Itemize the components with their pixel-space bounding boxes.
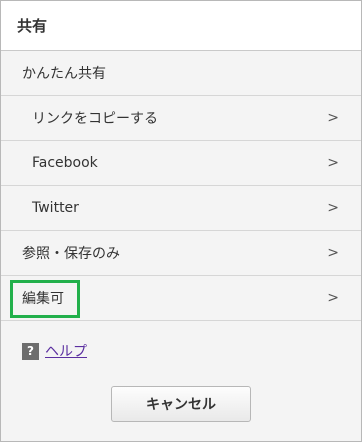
cancel-button[interactable]: キャンセル (111, 386, 251, 422)
chevron-right-icon: > (327, 245, 339, 261)
view-only-label: 参照・保存のみ (22, 246, 120, 262)
menu-item-facebook[interactable]: Facebook > (1, 141, 361, 186)
dialog-title: 共有 (17, 17, 48, 35)
chevron-right-icon: > (327, 200, 339, 216)
menu-item-view-only[interactable]: 参照・保存のみ > (1, 231, 361, 276)
menu-item-editable[interactable]: 編集可 > (1, 276, 361, 321)
twitter-label: Twitter (32, 200, 79, 216)
highlight-box (10, 280, 80, 318)
facebook-label: Facebook (32, 155, 98, 171)
dialog-header: 共有 (1, 1, 361, 51)
chevron-right-icon: > (327, 110, 339, 126)
copy-link-label: リンクをコピーする (32, 111, 158, 127)
help-row: ? ヘルプ (1, 321, 361, 381)
section-easy-share-label: かんたん共有 (22, 66, 106, 82)
menu-item-copy-link[interactable]: リンクをコピーする > (1, 96, 361, 141)
help-link[interactable]: ヘルプ (45, 341, 87, 361)
help-icon: ? (22, 342, 39, 360)
cancel-wrap: キャンセル (1, 381, 361, 422)
share-dialog: 共有 かんたん共有 リンクをコピーする > Facebook > Twitter… (0, 0, 362, 442)
menu-item-twitter[interactable]: Twitter > (1, 186, 361, 231)
chevron-right-icon: > (327, 155, 339, 171)
dialog-body: かんたん共有 リンクをコピーする > Facebook > Twitter > … (1, 51, 361, 441)
section-easy-share: かんたん共有 (1, 51, 361, 96)
chevron-right-icon: > (327, 290, 339, 306)
